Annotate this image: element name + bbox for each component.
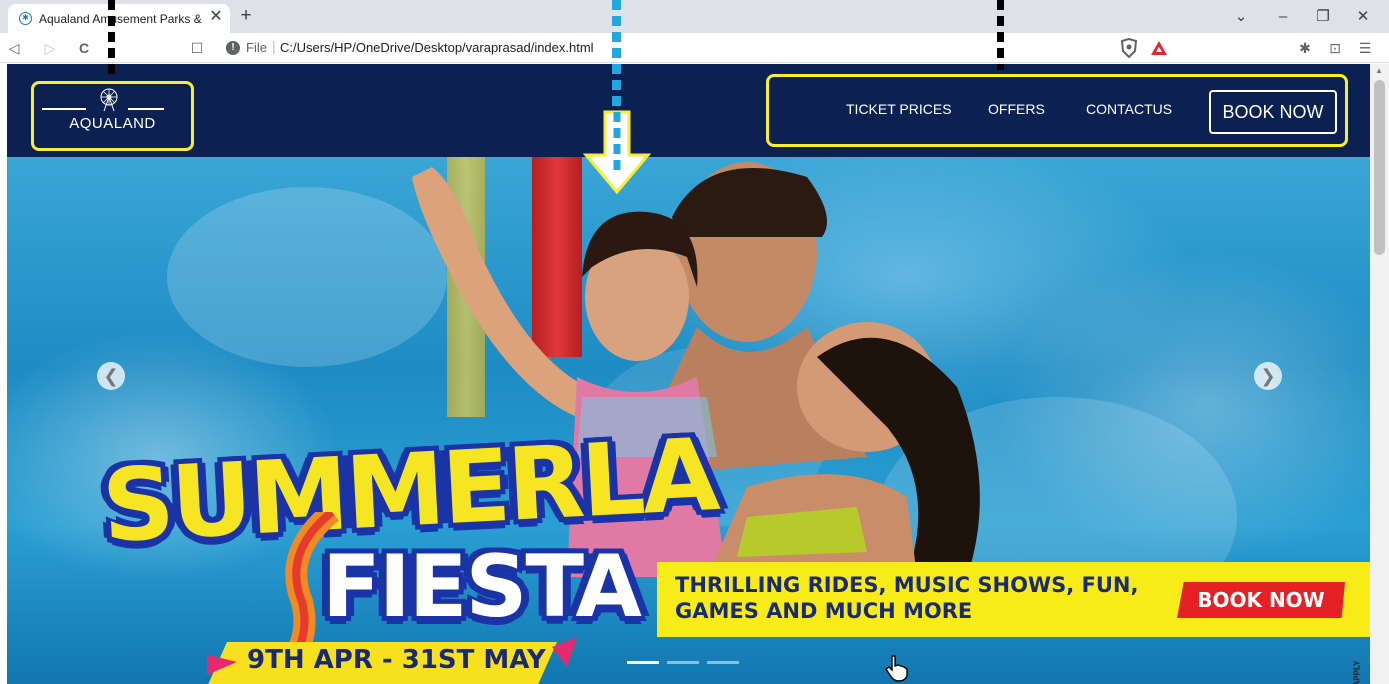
hand-cursor-icon: [885, 655, 908, 682]
fine-print: APPLY: [1352, 660, 1362, 684]
logo-rule-left: [42, 108, 86, 110]
bookmark-icon[interactable]: ☐: [187, 38, 207, 58]
brave-shield-icon[interactable]: [1120, 38, 1138, 58]
info-icon[interactable]: !: [226, 41, 240, 55]
annotation-line-nav: [997, 0, 1004, 70]
headline-fiesta: FIESTA: [322, 537, 642, 637]
forward-icon[interactable]: ▷: [40, 38, 60, 58]
address-bar[interactable]: ! File | C:/Users/HP/OneDrive/Desktop/va…: [220, 36, 1120, 60]
brand-name: AQUALAND: [69, 115, 156, 132]
page-scrollbar[interactable]: ▲: [1370, 64, 1389, 684]
favicon-icon: ✱: [19, 12, 32, 25]
promo-banner-text: THRILLING RIDES, MUSIC SHOWS, FUN, GAMES…: [675, 573, 1139, 623]
close-tab-icon[interactable]: ✕: [208, 9, 224, 25]
browser-tab[interactable]: ✱ Aqualand Amusement Parks & Re ✕: [8, 4, 230, 33]
nav-contactus[interactable]: CONTACTUS: [1086, 101, 1172, 117]
carousel-next-button[interactable]: ❯: [1254, 362, 1282, 390]
tab-search-icon[interactable]: ⌄: [1228, 7, 1254, 27]
banner-book-now[interactable]: BOOK NOW: [1177, 582, 1345, 618]
scroll-thumb[interactable]: [1374, 80, 1385, 255]
reload-icon[interactable]: C: [74, 38, 94, 58]
annotation-arrow-icon: [582, 110, 652, 195]
site-navbar: AQUALAND TICKET PRICES OFFERS CONTACTUS …: [7, 64, 1370, 157]
annotation-line-hero: [612, 0, 621, 110]
scroll-up-icon[interactable]: ▲: [1375, 66, 1383, 75]
tab-strip: ✱ Aqualand Amusement Parks & Re ✕ + ⌄ – …: [0, 0, 1389, 33]
rewards-triangle-icon[interactable]: [1150, 39, 1168, 57]
annotation-line-logo: [108, 0, 115, 78]
promo-dates: 9TH APR - 31ST MAY: [247, 645, 546, 675]
nav-menu: TICKET PRICES OFFERS CONTACTUS BOOK NOW: [766, 74, 1348, 147]
promo-headline: SUMMERLA FIESTA: [99, 416, 719, 672]
nav-offers[interactable]: OFFERS: [988, 101, 1045, 117]
book-now-button[interactable]: BOOK NOW: [1209, 90, 1337, 134]
menu-icon[interactable]: ☰: [1355, 38, 1375, 58]
address-url[interactable]: C:/Users/HP/OneDrive/Desktop/varaprasad/…: [280, 40, 594, 55]
wallet-icon[interactable]: ⊡: [1325, 38, 1345, 58]
ferris-wheel-icon: [100, 88, 118, 112]
promo-banner: THRILLING RIDES, MUSIC SHOWS, FUN, GAMES…: [657, 562, 1370, 637]
carousel-indicator-3[interactable]: [707, 661, 739, 664]
tab-title: Aqualand Amusement Parks & Re: [39, 12, 205, 26]
brand-logo[interactable]: AQUALAND: [31, 81, 194, 151]
carousel-indicator-1[interactable]: [627, 661, 659, 664]
nav-ticket-prices[interactable]: TICKET PRICES: [846, 101, 952, 117]
carousel-indicator-2[interactable]: [667, 661, 699, 664]
back-icon[interactable]: ◁: [4, 38, 24, 58]
new-tab-button[interactable]: +: [236, 6, 256, 26]
address-separator: |: [272, 38, 276, 54]
carousel-prev-button[interactable]: ❮: [97, 362, 125, 390]
logo-rule-right: [128, 108, 164, 110]
date-ribbon: 9TH APR - 31ST MAY: [207, 637, 577, 684]
browser-toolbar: ◁ ▷ C ☐ ! File | C:/Users/HP/OneDrive/De…: [0, 33, 1389, 63]
close-window-button[interactable]: ✕: [1350, 7, 1376, 27]
extensions-icon[interactable]: ✱: [1295, 38, 1315, 58]
minimize-button[interactable]: –: [1270, 7, 1296, 27]
address-scheme: File: [246, 40, 267, 55]
hero-carousel: ❮ ❯ SUMMERLA FIESTA THRILLING RIDES, MUS…: [7, 157, 1370, 684]
restore-button[interactable]: ❐: [1310, 7, 1336, 27]
